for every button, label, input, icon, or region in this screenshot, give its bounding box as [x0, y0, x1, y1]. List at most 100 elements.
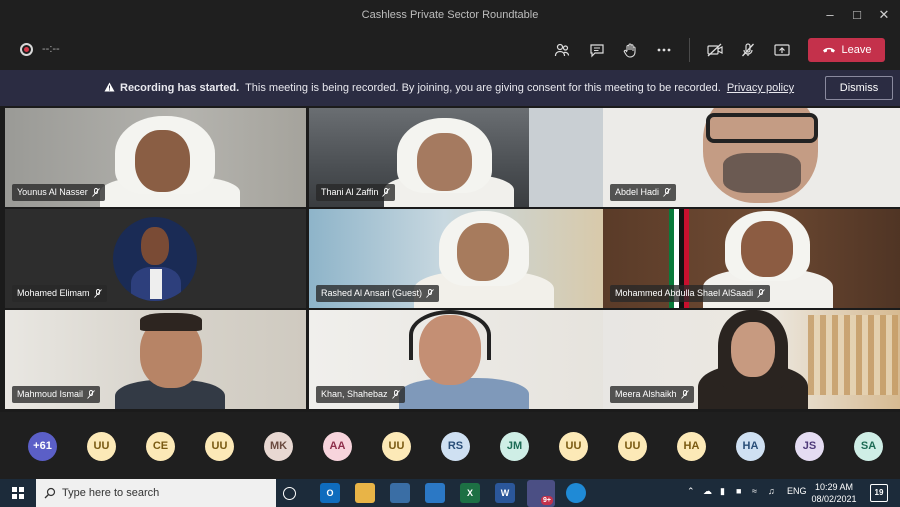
maximize-icon[interactable]: □ — [845, 4, 869, 26]
participant-avatar[interactable]: AA — [323, 432, 352, 461]
chat-icon[interactable] — [584, 38, 610, 62]
windows-start-icon[interactable] — [12, 487, 24, 499]
name-tag: Mohammed Abdulla Shael AlSaadi — [610, 285, 771, 302]
notification-center-icon[interactable]: 19 — [870, 484, 888, 502]
taskbar-clock[interactable]: 10:29 AM 08/02/2021 — [808, 481, 860, 505]
phone-hangup-icon — [822, 47, 835, 53]
mic-muted-icon — [93, 289, 102, 298]
meeting-timer: --:-- — [42, 43, 60, 55]
participant-avatar[interactable]: UU — [205, 432, 234, 461]
leave-label: Leave — [841, 44, 872, 56]
close-icon[interactable]: ✕ — [872, 4, 896, 26]
store-icon[interactable] — [390, 483, 410, 503]
edge-icon[interactable] — [566, 483, 586, 503]
video-tile[interactable]: Younus Al Nasser — [5, 108, 306, 207]
share-screen-icon[interactable] — [769, 38, 795, 62]
beard — [723, 153, 801, 193]
participant-name: Meera Alshaikh — [615, 389, 677, 399]
volume-icon[interactable]: ♫ — [768, 486, 775, 496]
participant-name: Younus Al Nasser — [17, 187, 88, 197]
name-tag: Thani Al Zaffin — [316, 184, 396, 201]
outlook-icon[interactable]: O — [320, 483, 340, 503]
participant-avatar[interactable]: RS — [441, 432, 470, 461]
video-tile[interactable]: Thani Al Zaffin — [309, 108, 610, 207]
participant-face — [731, 322, 775, 377]
wall-decor — [808, 315, 898, 395]
video-tile[interactable]: Abdel Hadi — [603, 108, 900, 207]
participant-avatar[interactable]: UU — [618, 432, 647, 461]
mic-muted-icon — [87, 390, 95, 399]
search-placeholder: Type here to search — [62, 487, 160, 499]
mail-icon[interactable] — [425, 483, 445, 503]
participant-name: Thani Al Zaffin — [321, 187, 379, 197]
name-tag: Younus Al Nasser — [12, 184, 105, 201]
excel-icon[interactable]: X — [460, 483, 480, 503]
participant-name: Mohammed Abdulla Shael AlSaadi — [615, 288, 754, 298]
word-icon[interactable]: W — [495, 483, 515, 503]
name-tag: Abdel Hadi — [610, 184, 677, 201]
windows-taskbar: Type here to search O X W 9+ ⌃ ☁ ▮ ■ ≈ ♫… — [0, 479, 900, 507]
leave-button[interactable]: Leave — [808, 38, 885, 62]
privacy-policy-link[interactable]: Privacy policy — [727, 82, 794, 94]
name-tag: Rashed Al Ansari (Guest) — [316, 285, 440, 302]
car-window — [529, 108, 610, 207]
onedrive-icon[interactable]: ☁ — [703, 486, 712, 497]
participant-avatar[interactable]: SA — [854, 432, 883, 461]
notification-count: 19 — [874, 488, 884, 497]
video-tile[interactable]: Rashed Al Ansari (Guest) — [309, 209, 610, 308]
participant-avatar[interactable]: UU — [382, 432, 411, 461]
glasses — [706, 113, 818, 143]
participants-icon[interactable] — [549, 38, 575, 62]
name-tag: Meera Alshaikh — [610, 386, 694, 403]
mic-muted-icon — [426, 289, 434, 298]
video-tile[interactable]: Mohamed Elimam — [5, 209, 306, 308]
meeting-toolbar: --:-- Leave — [0, 30, 900, 70]
language-indicator[interactable]: ENG — [787, 486, 807, 496]
minimize-icon[interactable]: – — [818, 4, 842, 26]
toolbar-divider — [689, 38, 690, 62]
name-tag: Khan, Shahebaz — [316, 386, 405, 403]
raise-hand-icon[interactable] — [617, 38, 643, 62]
participant-avatar[interactable]: JM — [500, 432, 529, 461]
more-options-icon[interactable] — [651, 38, 677, 62]
teams-icon[interactable]: 9+ — [527, 480, 555, 507]
battery-icon[interactable]: ▮ — [720, 486, 725, 497]
video-tile[interactable]: Mahmoud Ismail — [5, 310, 306, 409]
name-tag: Mohamed Elimam — [12, 285, 107, 302]
mic-muted-icon — [382, 188, 391, 197]
hair — [140, 313, 202, 331]
video-grid: Younus Al Nasser Thani Al Zaffin Abdel H… — [0, 106, 900, 412]
chevron-up-icon[interactable]: ⌃ — [687, 486, 695, 497]
video-tile[interactable]: Meera Alshaikh — [603, 310, 900, 409]
wifi-icon[interactable]: ≈ — [752, 486, 757, 496]
clock-time: 10:29 AM — [814, 482, 854, 492]
mic-muted-icon — [391, 390, 400, 399]
participant-avatar[interactable]: MK — [264, 432, 293, 461]
search-icon — [44, 487, 56, 499]
security-icon[interactable]: ■ — [736, 486, 741, 496]
headset — [409, 310, 491, 360]
dismiss-button[interactable]: Dismiss — [825, 76, 893, 100]
mic-muted-icon — [663, 188, 671, 197]
warning-icon — [104, 82, 115, 92]
mic-off-icon[interactable] — [735, 38, 761, 62]
camera-off-icon[interactable] — [702, 38, 728, 62]
participant-avatar[interactable]: CE — [146, 432, 175, 461]
participant-avatar[interactable]: UU — [87, 432, 116, 461]
participant-avatar[interactable]: HA — [677, 432, 706, 461]
participant-avatar[interactable]: JS — [795, 432, 824, 461]
participant-avatar[interactable]: HA — [736, 432, 765, 461]
clock-date: 08/02/2021 — [811, 494, 857, 504]
participant-avatar[interactable]: +61 — [28, 432, 57, 461]
mic-muted-icon — [91, 188, 100, 197]
taskbar-search-box[interactable]: Type here to search — [36, 479, 276, 507]
window-title: Cashless Private Sector Roundtable — [361, 9, 539, 21]
participant-name: Abdel Hadi — [615, 187, 660, 197]
cortana-icon[interactable] — [283, 487, 296, 500]
mic-muted-icon — [757, 289, 765, 298]
participant-photo — [113, 217, 197, 301]
video-tile[interactable]: Mohammed Abdulla Shael AlSaadi — [603, 209, 900, 308]
participant-avatar[interactable]: UU — [559, 432, 588, 461]
file-explorer-icon[interactable] — [355, 483, 375, 503]
video-tile[interactable]: Khan, Shahebaz — [309, 310, 610, 409]
